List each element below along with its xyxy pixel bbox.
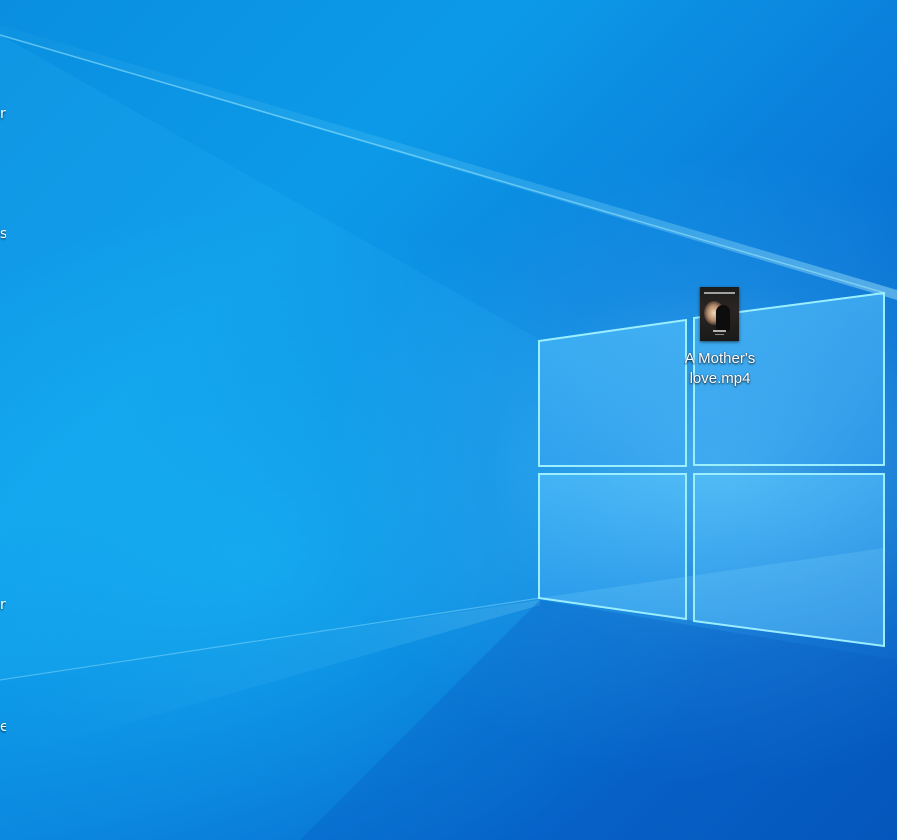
windows-wallpaper	[0, 25, 897, 840]
partial-desktop-label[interactable]: r	[0, 597, 6, 613]
partial-desktop-label[interactable]: s	[0, 226, 6, 242]
desktop[interactable]: r s r e A Mother's love.mp4	[0, 0, 897, 840]
desktop-icon-video-file[interactable]: A Mother's love.mp4	[672, 284, 768, 394]
video-thumbnail-icon	[700, 287, 739, 341]
desktop-icon-label: A Mother's love.mp4	[684, 350, 756, 387]
partial-desktop-label[interactable]: e	[0, 719, 6, 735]
partial-desktop-label[interactable]: r	[0, 106, 6, 122]
